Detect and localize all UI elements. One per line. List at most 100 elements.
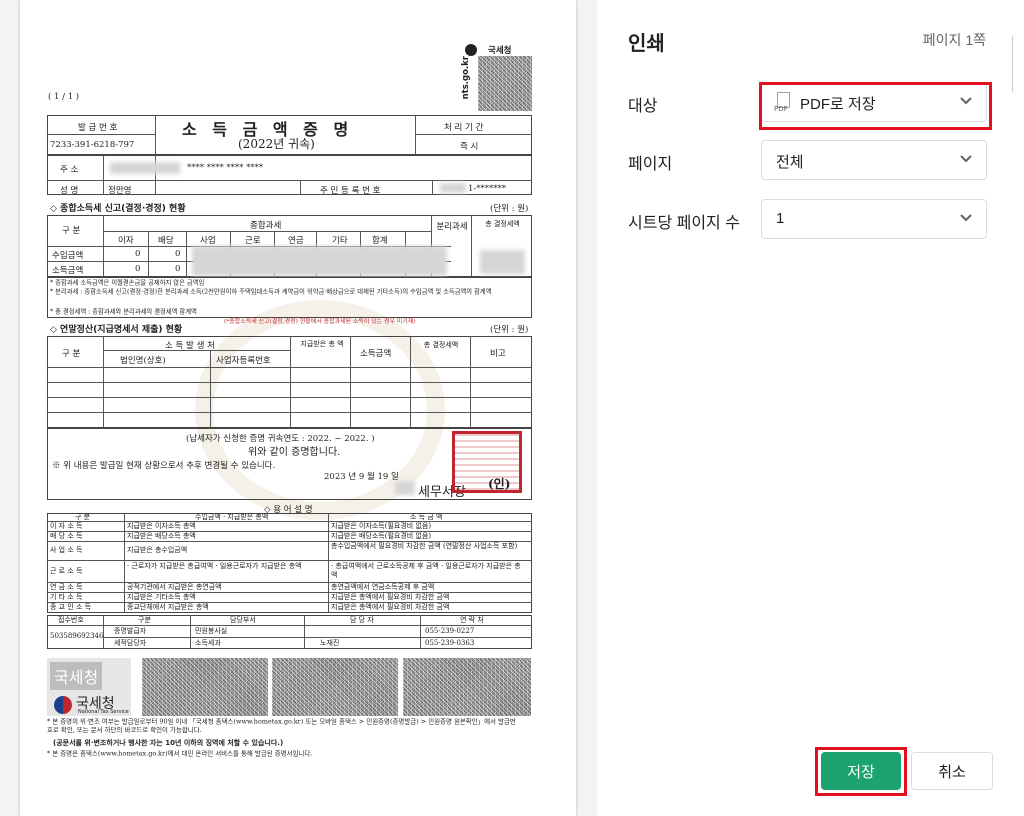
cancel-button[interactable]: 취소 bbox=[911, 752, 993, 790]
processing-label: 처 리 기 간 bbox=[444, 123, 484, 133]
official-seal bbox=[452, 431, 522, 493]
footer-note2: (공문서를 위·변조하거나 행사한 자는 10년 이하의 징역에 처할 수 있습… bbox=[53, 739, 284, 747]
usage-row-value: 지급받은 배당소득(필요경비 없음) bbox=[331, 532, 432, 540]
total-tax-blurred bbox=[480, 250, 525, 274]
office-blurred bbox=[395, 481, 415, 495]
col-final-tax: 총 결정세액 bbox=[423, 341, 459, 349]
pages-per-sheet-value: 1 bbox=[776, 210, 785, 227]
usage-row-label: 사 업 소 득 bbox=[50, 546, 83, 554]
usage-row-value: 지급받은 이자소득 총액 bbox=[127, 522, 196, 530]
usage-row-value: 지급받은 총액에서 필요경비 차감한 금액 bbox=[331, 603, 450, 611]
save-button[interactable]: 저장 bbox=[821, 752, 901, 790]
barcode-1 bbox=[142, 658, 268, 716]
section2-title: ◇ 연말정산(지급명세서 제출) 현황 bbox=[50, 325, 183, 335]
document-subtitle: (2022년 귀속) bbox=[238, 137, 315, 151]
footer-col-officer: 담 당 자 bbox=[350, 616, 374, 624]
pages-per-sheet-label: 시트당 페이지 수 bbox=[628, 215, 740, 232]
usage-col1: 구 분 bbox=[75, 513, 91, 521]
site-url: nts.go.kr bbox=[461, 56, 471, 100]
usage-col2: 수입금액 · 지급받은 총액 bbox=[195, 513, 269, 521]
footer-row-type: 증명발급자 bbox=[114, 627, 147, 635]
warning-text: ※ 위 내용은 발급일 현재 상황으로서 추후 변경될 수 있습니다. bbox=[52, 461, 276, 471]
footer-col-receipt: 접수번호 bbox=[58, 616, 84, 624]
income-interest: 0 bbox=[135, 249, 141, 259]
chevron-down-icon bbox=[960, 155, 972, 163]
usage-row-label: 기 타 소 득 bbox=[50, 593, 83, 601]
footer-row-dept: 민원봉사실 bbox=[195, 627, 228, 635]
col-other: 기타 bbox=[332, 236, 348, 246]
col-sum: 합계 bbox=[372, 236, 388, 246]
col-separate: 분리과세 bbox=[436, 222, 468, 232]
footer-col-type: 구분 bbox=[138, 616, 151, 624]
footer-col-contact: 연 락 처 bbox=[460, 616, 484, 624]
issue-no: 7233-391-6218-797 bbox=[50, 140, 135, 150]
usage-row-label: 종 교 인 소 득 bbox=[50, 603, 92, 611]
nts-badge: 국세청 bbox=[50, 662, 103, 690]
col-category: 구 분 bbox=[62, 226, 81, 236]
usage-row-value: 총수입금액에서 필요경비 차감한 금액 (연말정산 사업소득 포함) bbox=[331, 542, 518, 550]
footer-row-contact: 055-239-0363 bbox=[425, 639, 475, 647]
pages-select[interactable]: 전체 bbox=[761, 140, 987, 180]
page-number: ( 1 / 1 ) bbox=[48, 92, 80, 102]
print-dialog: 인쇄 페이지 1쪽 대상 PDF PDF로 저장 페이지 전체 시트당 페이지 … bbox=[597, 0, 1024, 816]
usage-row-label: 이 자 소 득 bbox=[50, 522, 83, 530]
scrollbar-edge[interactable] bbox=[1012, 36, 1024, 92]
footer-row-officer: 노재진 bbox=[320, 639, 340, 647]
nts-emblem-icon bbox=[54, 696, 72, 714]
col-comprehensive: 종합과세 bbox=[250, 221, 282, 231]
earned-dividend: 0 bbox=[175, 264, 181, 274]
income-values-blurred bbox=[192, 246, 447, 276]
footer-row-dept: 소득세과 bbox=[195, 639, 221, 647]
pages-per-sheet-select[interactable]: 1 bbox=[761, 199, 987, 239]
pages-label: 페이지 bbox=[628, 156, 673, 173]
address-value: **** **** **** **** bbox=[187, 163, 264, 173]
usage-row-label: 연 금 소 득 bbox=[50, 583, 83, 591]
earned-interest: 0 bbox=[135, 264, 141, 274]
section2-note: (*종합소득세 신고(결정,경정) 현황에서 종합과세된 소득이 있는 경우 미… bbox=[224, 318, 416, 325]
issue-no-label: 발 급 번 호 bbox=[78, 123, 118, 133]
usage-row-value: 지급받은 배당소득 총액 bbox=[127, 532, 196, 540]
col-total-tax: 총 결정세액 bbox=[485, 220, 520, 228]
usage-row-value: 총연금액에서 연금소득공제 후 금액 bbox=[331, 583, 435, 591]
usage-col3: 소 득 금 액 bbox=[410, 513, 443, 521]
certify-text: 위와 같이 증명합니다. bbox=[248, 447, 341, 458]
col-dividend: 배당 bbox=[158, 236, 174, 246]
col-earned: 근로 bbox=[245, 236, 261, 246]
qr-code-top bbox=[478, 56, 532, 111]
address-label: 주 소 bbox=[60, 165, 79, 175]
print-preview-area[interactable]: ( 1 / 1 ) nts.go.kr 국세청 발 급 번 호 7233-391… bbox=[0, 0, 597, 816]
col-income-amt: 소득금액 bbox=[360, 349, 392, 359]
document-page: ( 1 / 1 ) nts.go.kr 국세청 발 급 번 호 7233-391… bbox=[20, 0, 576, 816]
name-value: 정만영 bbox=[108, 186, 132, 196]
page-count: 페이지 1쪽 bbox=[922, 32, 986, 48]
note2: * 분리과세 : 종합소득세 신고(결정·경정)한 분리과세 소득(2천만원이하… bbox=[50, 288, 492, 296]
row-earned: 소득금액 bbox=[52, 266, 84, 276]
processing-value: 즉 시 bbox=[460, 142, 479, 152]
print-screen: ( 1 / 1 ) nts.go.kr 국세청 발 급 번 호 7233-391… bbox=[0, 0, 1024, 816]
usage-row-value: · 총급여액에서 근로소득공제 후 금액 · 일용근로자가 지급받은 총액 bbox=[331, 562, 521, 579]
seal-mark: (인) bbox=[488, 477, 511, 491]
footer-note1: * 본 증명의 위·변조 여부는 발급일로부터 90일 이내 「국세청 홈택스(… bbox=[47, 718, 516, 734]
footer-row-type: 세적담당자 bbox=[114, 639, 147, 647]
address-blurred bbox=[110, 162, 180, 174]
nts-logo-en: National Tax Service bbox=[78, 709, 129, 715]
footer-note3: * 본 증명은 홈택스(www.hometax.go.kr)에서 대민 온라인 … bbox=[47, 750, 313, 758]
highlight-destination bbox=[759, 82, 992, 130]
usage-row-value: 지급받은 기타소득 총액 bbox=[127, 593, 196, 601]
usage-row-value: 지급받은 총액에서 필요경비 차감한 금액 bbox=[331, 593, 450, 601]
col2-category: 구 분 bbox=[62, 349, 81, 359]
col-bizno: 사업자등록번호 bbox=[216, 356, 271, 366]
destination-label: 대상 bbox=[628, 98, 658, 115]
col-paid: 지급받은 총 액 bbox=[300, 340, 344, 348]
rrn-blurred bbox=[440, 183, 466, 193]
issue-date: 2023 년 9 월 19 일 bbox=[324, 472, 399, 482]
footer-col-dept: 담당부서 bbox=[230, 616, 256, 624]
agency-logo-icon bbox=[465, 44, 477, 56]
section2-unit: (단위 : 원) bbox=[490, 325, 529, 335]
name-label: 성 명 bbox=[60, 186, 79, 196]
rrn-value: 1-******* bbox=[468, 184, 507, 194]
usage-row-value: 종교단체에서 지급받은 총액 bbox=[127, 603, 209, 611]
chevron-down-icon bbox=[960, 214, 972, 222]
receipt-no: 503589692346 bbox=[50, 632, 104, 640]
note3: * 총 결정세액 : 종합과세와 분리과세의 결정세액 합계액 bbox=[50, 308, 197, 316]
